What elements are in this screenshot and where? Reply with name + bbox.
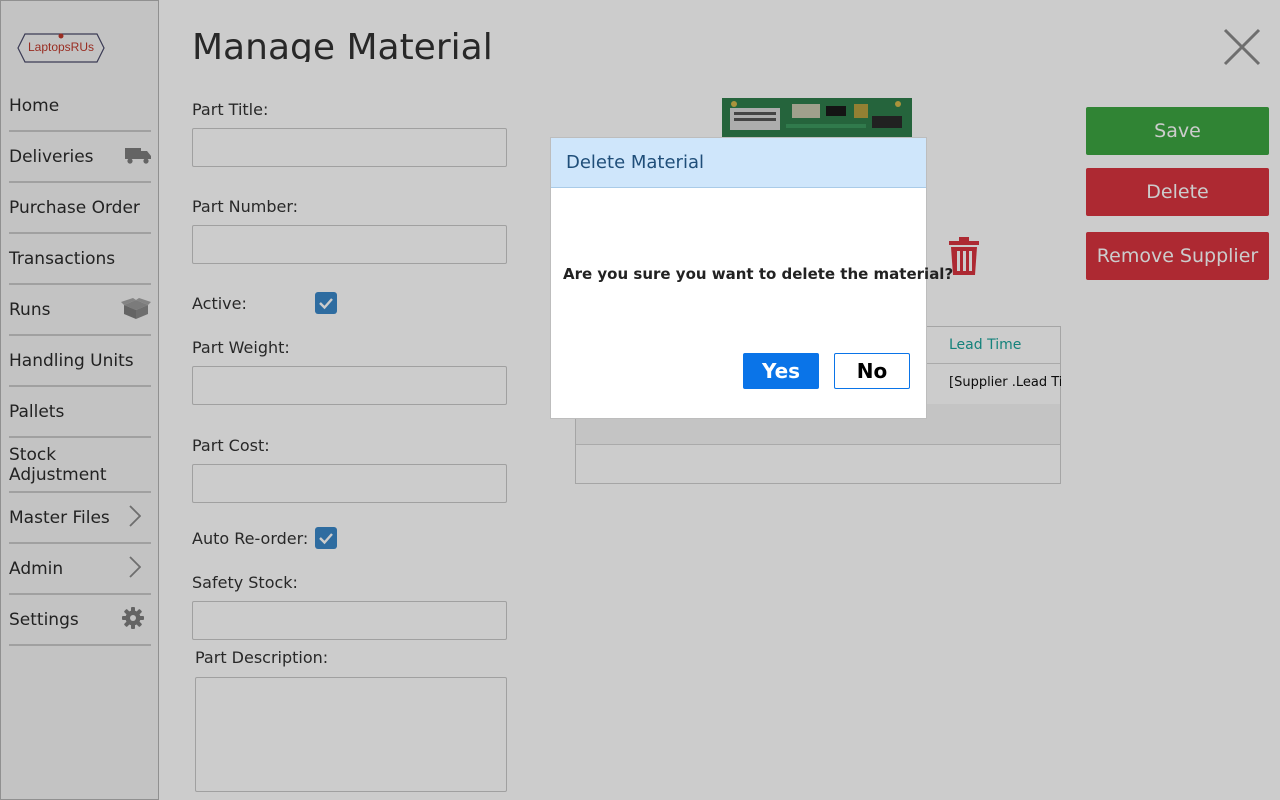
dialog-title: Delete Material <box>566 152 704 173</box>
dialog-header: Delete Material <box>551 138 926 188</box>
delete-material-dialog: Delete Material Are you sure you want to… <box>550 137 953 419</box>
dialog-message: Are you sure you want to delete the mate… <box>563 265 954 283</box>
no-button[interactable]: No <box>834 353 910 389</box>
yes-button[interactable]: Yes <box>743 353 819 389</box>
